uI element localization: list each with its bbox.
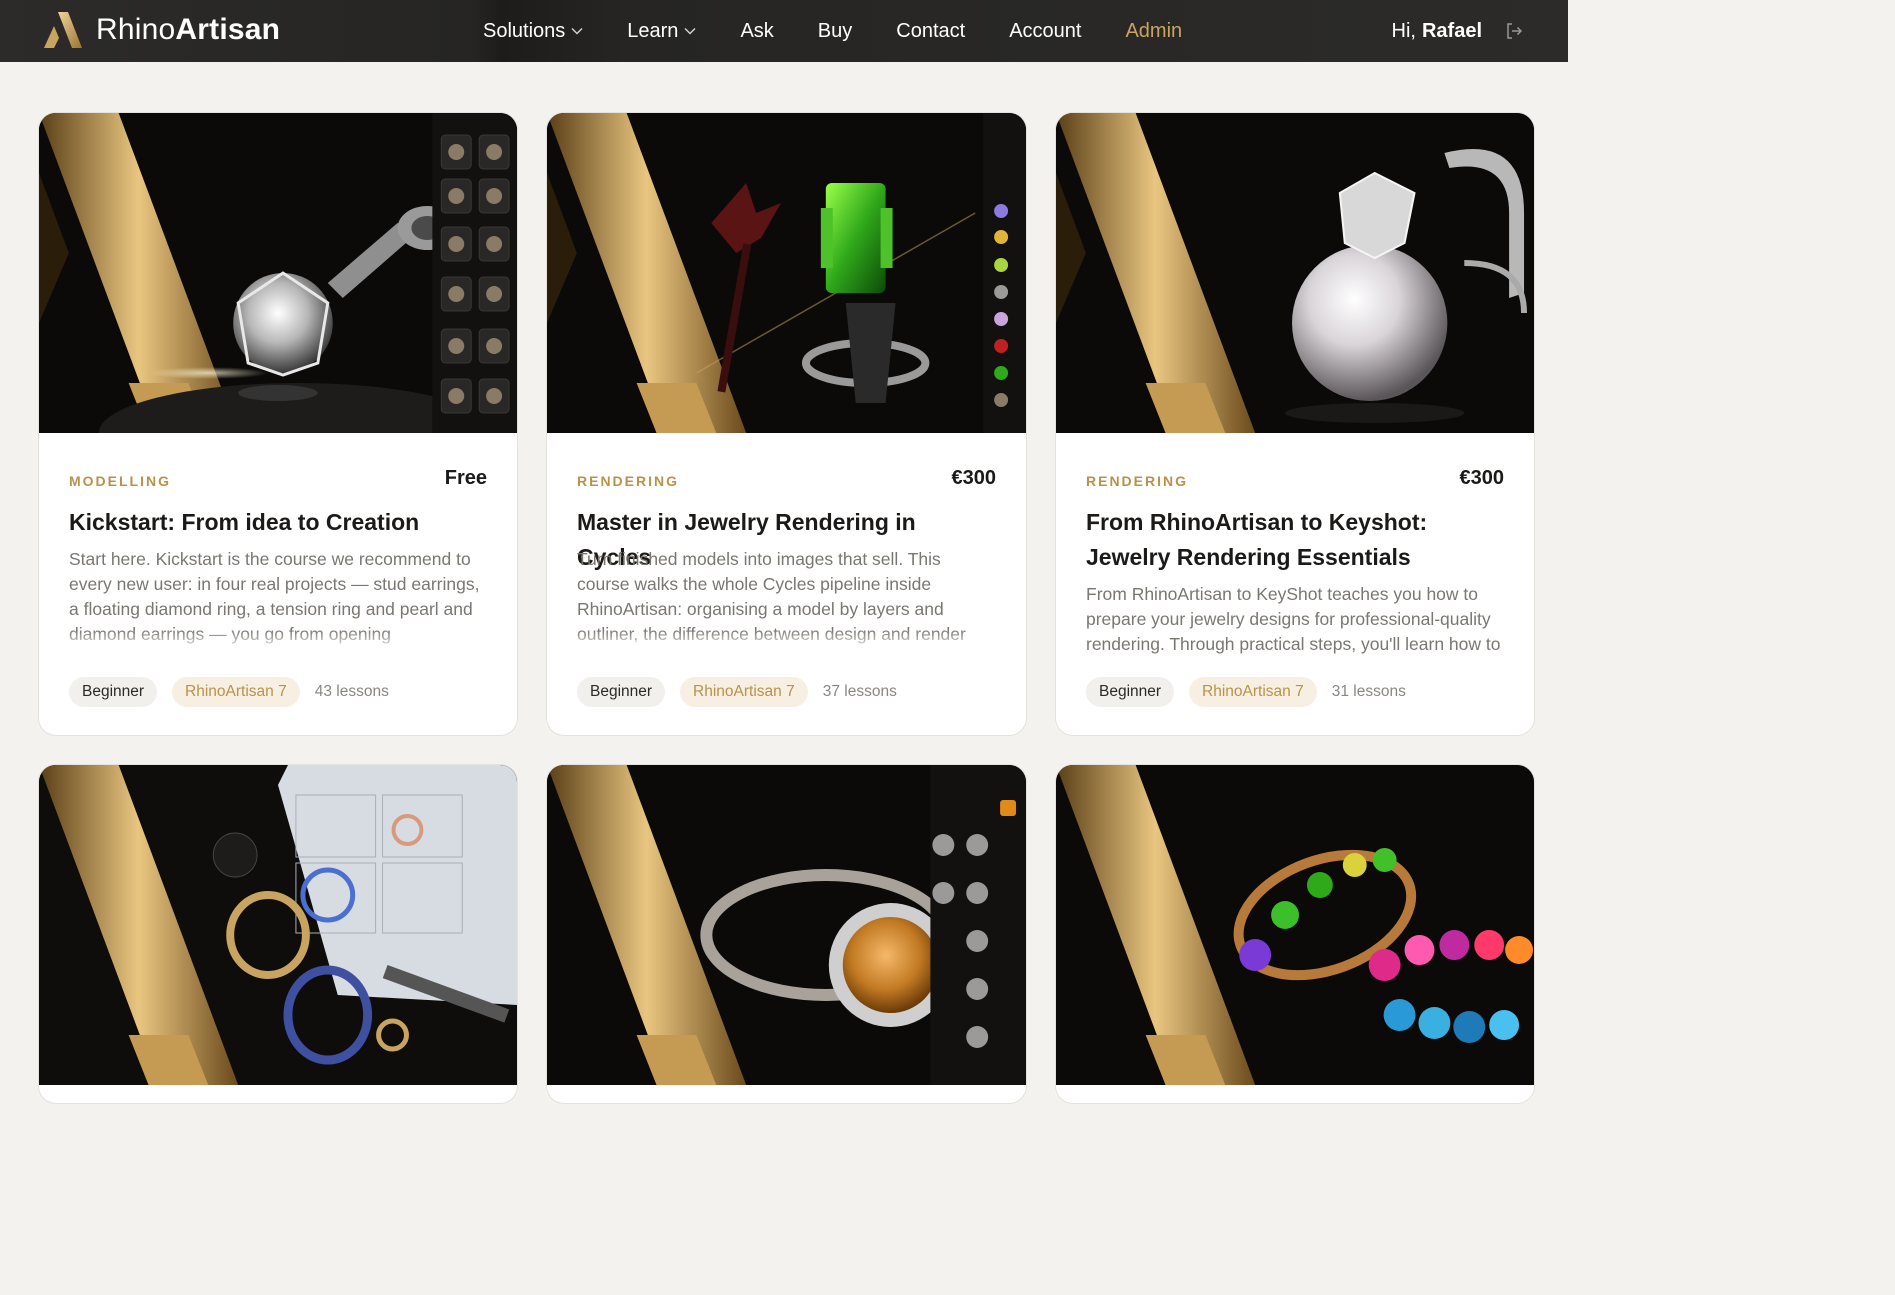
- course-description: Turn finished models into images that se…: [577, 547, 996, 652]
- course-description: From RhinoArtisan to KeyShot teaches you…: [1086, 582, 1504, 657]
- course-image-gemstone-bands: [1056, 765, 1534, 1085]
- course-card[interactable]: [546, 764, 1027, 1104]
- course-image-pearl-earring: [1056, 113, 1534, 433]
- lesson-count: 37 lessons: [822, 683, 897, 700]
- level-badge: Beginner: [577, 677, 666, 707]
- user-name[interactable]: Rafael: [1422, 20, 1482, 43]
- greeting: Hi,: [1391, 19, 1416, 42]
- description-fade: [577, 630, 996, 652]
- nav-item-ask[interactable]: Ask: [740, 20, 773, 43]
- course-title[interactable]: Kickstart: From idea to Creation: [69, 505, 487, 540]
- nav-item-buy[interactable]: Buy: [818, 20, 852, 43]
- nav-item-account[interactable]: Account: [1009, 20, 1081, 43]
- course-card[interactable]: [38, 764, 518, 1104]
- brand-name: RhinoArtisan: [96, 13, 280, 47]
- user-menu: Hi, Rafael: [1392, 0, 1524, 62]
- level-badge: Beginner: [1086, 677, 1175, 707]
- lesson-count: 43 lessons: [314, 683, 389, 700]
- software-badge: RhinoArtisan 7: [680, 677, 808, 707]
- course-category: RENDERING: [1086, 473, 1189, 489]
- course-image-stud-earring: [39, 113, 517, 433]
- software-badge: RhinoArtisan 7: [172, 677, 300, 707]
- rhinoartisan-logo-icon: [44, 12, 82, 48]
- course-image-halo-ring: [547, 765, 1026, 1085]
- course-tags: Beginner RhinoArtisan 7 37 lessons: [577, 677, 897, 707]
- logout-icon[interactable]: [1504, 21, 1524, 41]
- course-card[interactable]: [1055, 764, 1535, 1104]
- top-navigation: RhinoArtisan Solutions Learn Ask Buy Con…: [0, 0, 1568, 62]
- nav-item-contact[interactable]: Contact: [896, 20, 965, 43]
- course-category: MODELLING: [69, 473, 171, 489]
- software-badge: RhinoArtisan 7: [1189, 677, 1317, 707]
- main-menu: Solutions Learn Ask Buy Contact Account …: [483, 0, 1226, 62]
- course-card[interactable]: RENDERING €300 Master in Jewelry Renderi…: [546, 112, 1027, 736]
- chevron-down-icon: [684, 27, 696, 35]
- course-price: €300: [951, 467, 997, 489]
- brand-logo[interactable]: RhinoArtisan: [44, 12, 280, 48]
- course-image-emerald-ring: [547, 113, 1026, 433]
- brand-name-bold: Artisan: [175, 13, 281, 46]
- level-badge: Beginner: [69, 677, 158, 707]
- course-price: €300: [1459, 467, 1505, 489]
- nav-label: Learn: [627, 19, 679, 42]
- course-category: RENDERING: [577, 473, 680, 489]
- course-card[interactable]: RENDERING €300 From RhinoArtisan to Keys…: [1055, 112, 1535, 736]
- nav-label: Solutions: [483, 19, 566, 42]
- description-fade: [69, 630, 487, 652]
- course-tags: Beginner RhinoArtisan 7 31 lessons: [1086, 677, 1406, 707]
- course-image-technical-sheet: [39, 765, 517, 1085]
- course-title[interactable]: From RhinoArtisan to Keyshot: Jewelry Re…: [1086, 505, 1504, 575]
- nav-item-solutions[interactable]: Solutions: [483, 20, 583, 43]
- brand-name-light: Rhino: [96, 13, 176, 46]
- lesson-count: 31 lessons: [1331, 683, 1406, 700]
- nav-item-learn[interactable]: Learn: [627, 20, 696, 43]
- course-description-text: From RhinoArtisan to KeyShot teaches you…: [1086, 584, 1501, 654]
- chevron-down-icon: [571, 27, 583, 35]
- course-tags: Beginner RhinoArtisan 7 43 lessons: [69, 677, 389, 707]
- course-price: Free: [444, 467, 487, 489]
- nav-item-admin[interactable]: Admin: [1125, 20, 1182, 43]
- course-description: Start here. Kickstart is the course we r…: [69, 547, 487, 652]
- course-card[interactable]: MODELLING Free Kickstart: From idea to C…: [38, 112, 518, 736]
